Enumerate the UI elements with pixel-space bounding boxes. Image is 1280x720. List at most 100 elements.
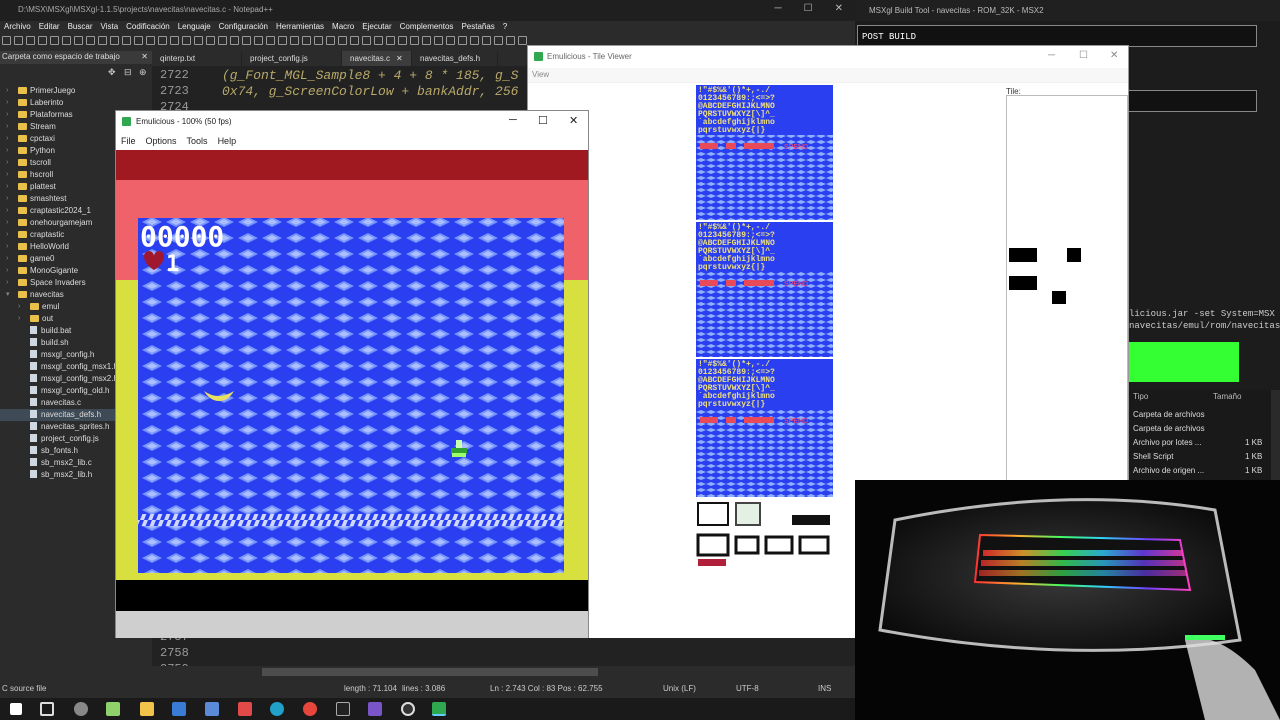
toolbar-icon[interactable] — [374, 36, 383, 45]
notepadpp-task-icon[interactable] — [106, 702, 120, 716]
tile-sheet[interactable]: !"#$%&'()*+,-./ 0123456789:;<=>? @ABCDEF… — [696, 85, 833, 568]
expand-icon[interactable]: › — [6, 277, 8, 289]
file-row-type[interactable]: Shell Script — [1133, 452, 1173, 461]
toolbar-icon[interactable] — [314, 36, 323, 45]
toolbar-icon[interactable] — [14, 36, 23, 45]
toolbar-icon[interactable] — [218, 36, 227, 45]
maximize-button[interactable]: ☐ — [538, 114, 548, 127]
toolbar-icon[interactable] — [86, 36, 95, 45]
menu-herramientas[interactable]: Herramientas — [276, 22, 324, 33]
toolbar-icon[interactable] — [266, 36, 275, 45]
toolbar-icon[interactable] — [74, 36, 83, 45]
app-task-icon[interactable] — [172, 702, 186, 716]
close-button[interactable]: ✕ — [835, 3, 843, 14]
menu-lenguaje[interactable]: Lenguaje — [178, 22, 211, 33]
toolbar-icon[interactable] — [122, 36, 131, 45]
code-line[interactable]: (g_Font_MGL_Sample8 + 4 + 8 * 185, g_S — [222, 68, 518, 83]
toolbar-icon[interactable] — [98, 36, 107, 45]
menu-vista[interactable]: Vista — [101, 22, 119, 33]
app-task-icon-2[interactable] — [205, 702, 219, 716]
minimize-button[interactable]: ─ — [775, 3, 782, 14]
obs-icon[interactable] — [401, 702, 415, 716]
move-icon[interactable]: ✥ — [108, 67, 116, 78]
emulicious-task-icon[interactable] — [432, 702, 446, 716]
toolbar-icon[interactable] — [362, 36, 371, 45]
menu-file[interactable]: File — [121, 136, 136, 146]
tree-folder[interactable]: › Laberinto — [0, 97, 152, 109]
toolbar-icon[interactable] — [506, 36, 515, 45]
toolbar-icon[interactable] — [386, 36, 395, 45]
expand-icon[interactable]: › — [18, 313, 20, 325]
file-row-type[interactable]: Archivo de origen ... — [1133, 466, 1204, 475]
menu-buscar[interactable]: Buscar — [68, 22, 93, 33]
file-explorer-icon[interactable] — [140, 702, 154, 716]
expand-icon[interactable]: › — [6, 109, 8, 121]
menu-help[interactable]: Help — [218, 136, 237, 146]
toolbar-icon[interactable] — [398, 36, 407, 45]
visual-studio-icon[interactable] — [368, 702, 382, 716]
toolbar-icon[interactable] — [338, 36, 347, 45]
toolbar-icon[interactable] — [134, 36, 143, 45]
task-view-icon[interactable] — [40, 702, 54, 716]
toolbar-icon[interactable] — [434, 36, 443, 45]
tab-navecitas-c[interactable]: navecitas.c ✕ — [342, 51, 412, 66]
expand-icon[interactable]: › — [6, 229, 8, 241]
toolbar-icon[interactable] — [278, 36, 287, 45]
scrollbar-thumb[interactable] — [262, 668, 598, 676]
edge-icon[interactable] — [270, 702, 284, 716]
maximize-button[interactable]: ☐ — [804, 3, 813, 14]
close-icon[interactable]: ✕ — [141, 52, 148, 61]
minimize-button[interactable]: ─ — [1048, 50, 1055, 61]
toolbar-icon[interactable] — [110, 36, 119, 45]
expanded-icon[interactable]: ▾ — [6, 289, 10, 301]
menu-ejecutar[interactable]: Ejecutar — [362, 22, 391, 33]
menu-complementos[interactable]: Complementos — [400, 22, 454, 33]
menu-codificacion[interactable]: Codificación — [126, 22, 170, 33]
menu-view[interactable]: View — [532, 70, 549, 79]
tab-qinterp-txt[interactable]: qinterp.txt — [152, 51, 242, 66]
expand-icon[interactable]: › — [6, 85, 8, 97]
expand-icon[interactable]: › — [6, 205, 8, 217]
expand-icon[interactable]: › — [6, 133, 8, 145]
column-tipo[interactable]: Tipo — [1133, 392, 1148, 401]
toolbar-icon[interactable] — [350, 36, 359, 45]
start-icon[interactable] — [10, 703, 22, 715]
menu-archivo[interactable]: Archivo — [4, 22, 31, 33]
locate-icon[interactable]: ⊕ — [139, 67, 147, 78]
expand-icon[interactable]: › — [6, 97, 8, 109]
tab-project-config-js[interactable]: project_config.js — [242, 51, 342, 66]
expand-icon[interactable]: › — [6, 193, 8, 205]
toolbar-icon[interactable] — [230, 36, 239, 45]
expand-icon[interactable]: › — [6, 157, 8, 169]
expand-icon[interactable]: › — [18, 301, 20, 313]
toolbar-icon[interactable] — [446, 36, 455, 45]
chrome-icon[interactable] — [303, 702, 317, 716]
toolbar-icon[interactable] — [254, 36, 263, 45]
terminal-icon[interactable] — [336, 702, 350, 716]
menu-configuracion[interactable]: Configuración — [219, 22, 268, 33]
toolbar-icon[interactable] — [194, 36, 203, 45]
expand-icon[interactable]: › — [6, 145, 8, 157]
expand-icon[interactable]: › — [6, 241, 8, 253]
menu-options[interactable]: Options — [146, 136, 177, 146]
file-row-type[interactable]: Carpeta de archivos — [1133, 410, 1205, 419]
toolbar-icon[interactable] — [482, 36, 491, 45]
menu-pestanas[interactable]: Pestañas — [461, 22, 494, 33]
toolbar-icon[interactable] — [470, 36, 479, 45]
toolbar-icon[interactable] — [182, 36, 191, 45]
toolbar-icon[interactable] — [494, 36, 503, 45]
expand-icon[interactable]: › — [6, 181, 8, 193]
close-button[interactable]: ✕ — [569, 114, 578, 127]
app-task-icon-3[interactable] — [238, 702, 252, 716]
expand-icon[interactable]: › — [6, 253, 8, 265]
menu-help[interactable]: ? — [503, 22, 507, 33]
scrollbar[interactable] — [1271, 390, 1280, 480]
close-button[interactable]: ✕ — [1110, 50, 1118, 61]
toolbar-icon[interactable] — [410, 36, 419, 45]
expand-icon[interactable]: › — [6, 169, 8, 181]
toolbar-icon[interactable] — [242, 36, 251, 45]
menu-editar[interactable]: Editar — [39, 22, 60, 33]
toolbar-icon[interactable] — [62, 36, 71, 45]
toolbar-icon[interactable] — [422, 36, 431, 45]
toolbar-icon[interactable] — [206, 36, 215, 45]
